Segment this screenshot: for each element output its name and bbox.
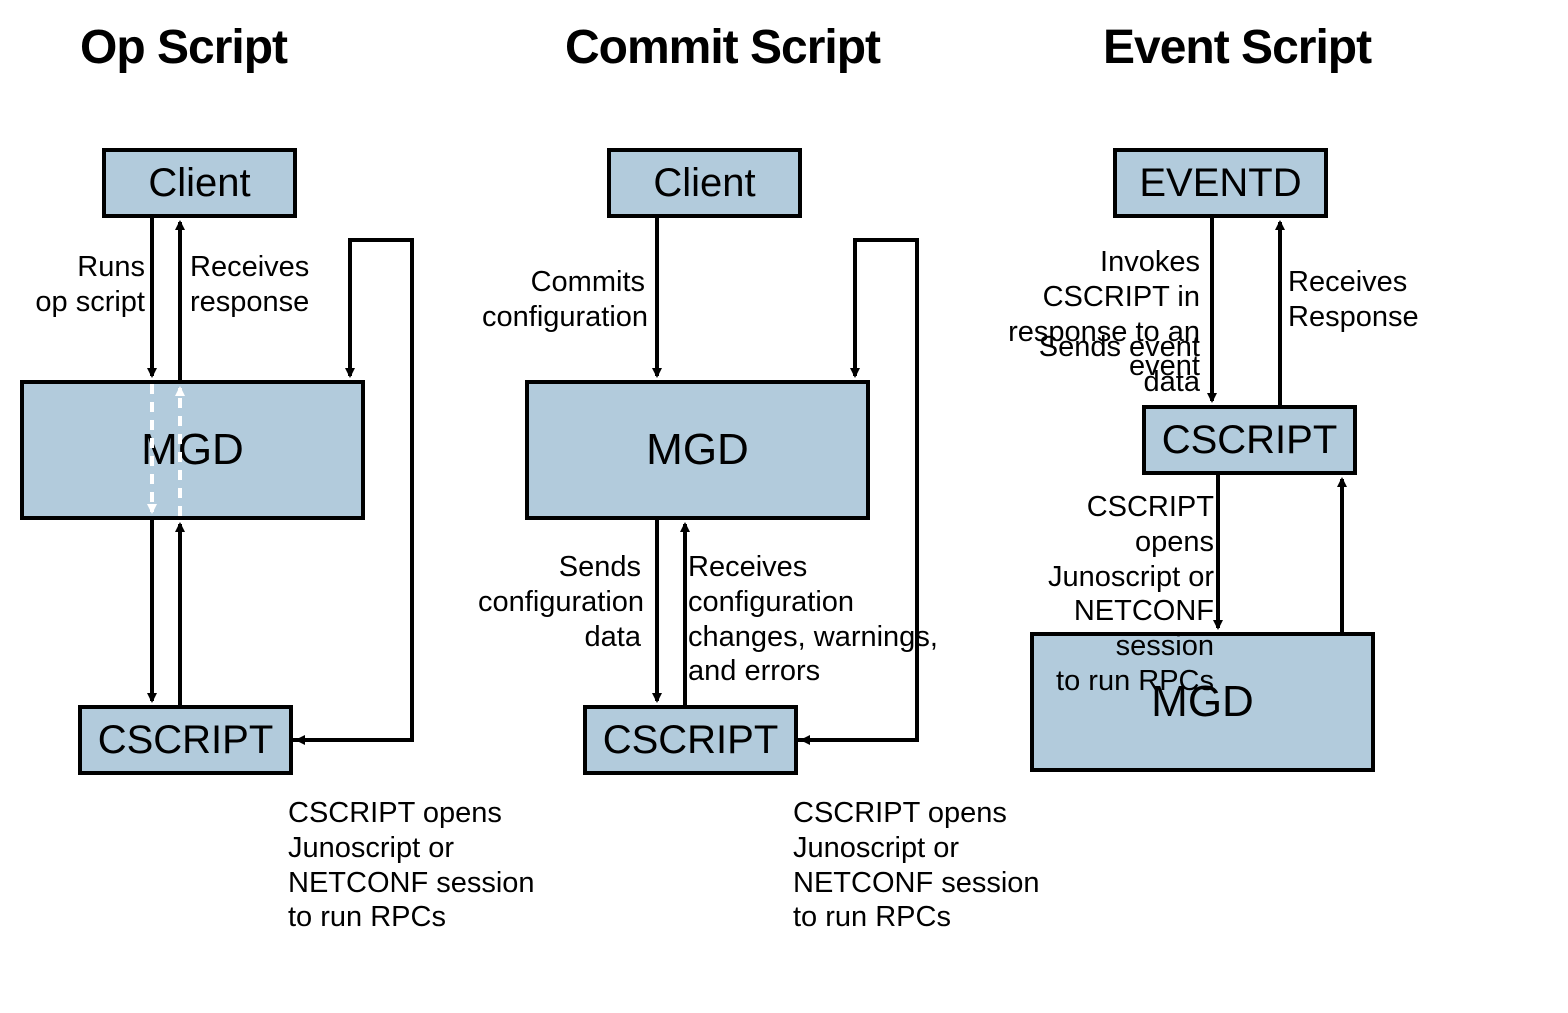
section-title-op: Op Script — [80, 20, 287, 75]
op-client-box: Client — [102, 148, 297, 218]
event-cscript-box: CSCRIPT — [1142, 405, 1357, 475]
commit-receives-label: Receives configuration changes, warnings… — [688, 550, 938, 689]
event-sends-data-label: Sends event data — [1010, 330, 1200, 400]
event-receives-label: Receives Response — [1288, 265, 1419, 335]
op-cscript-box: CSCRIPT — [78, 705, 293, 775]
op-mgd-box: MGD — [20, 380, 365, 520]
op-cscript-opens-label: CSCRIPT opens Junoscript or NETCONF sess… — [288, 796, 535, 935]
op-receives-label: Receives response — [190, 250, 309, 320]
commit-cscript-box: CSCRIPT — [583, 705, 798, 775]
op-runs-label: Runs op script — [20, 250, 145, 320]
commit-cscript-opens-label: CSCRIPT opens Junoscript or NETCONF sess… — [793, 796, 1040, 935]
section-title-event: Event Script — [1103, 20, 1371, 75]
event-eventd-box: EVENTD — [1113, 148, 1328, 218]
commit-mgd-box: MGD — [525, 380, 870, 520]
event-opens-label: CSCRIPT opens Junoscript or NETCONF sess… — [1024, 490, 1214, 699]
diagram-container: Op Script Commit Script Event Script Cli… — [20, 20, 1548, 993]
commit-client-box: Client — [607, 148, 802, 218]
section-title-commit: Commit Script — [565, 20, 880, 75]
commit-commits-label: Commits configuration — [482, 265, 645, 335]
commit-sends-label: Sends configuration data — [478, 550, 641, 654]
